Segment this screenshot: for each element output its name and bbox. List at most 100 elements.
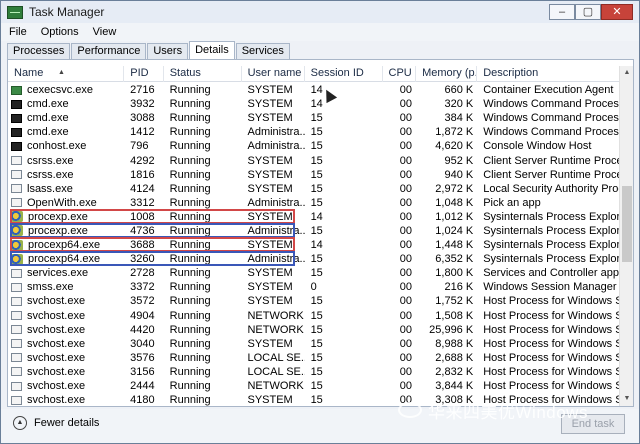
session-id-cell: 15 [310,196,323,209]
session-id-cell: 15 [310,140,323,153]
process-name: svchost.exe [27,380,86,393]
table-row[interactable]: cmd.exe 3932 Running SYSTEM 14 00 320 K Windows… [8,97,620,111]
tab-users[interactable]: Users [147,43,189,59]
memory-cell: 320 K [444,98,474,111]
table-row[interactable]: procexp64.exe 3688 Running SYSTEM 14 00 1,448 … [8,237,620,253]
status-cell: Running [169,224,211,237]
user-name-cell: SYSTEM [247,267,293,280]
cpu-cell: 00 [399,84,413,97]
column-header-user-name[interactable]: User name [242,66,305,82]
table-row[interactable]: svchost.exe 3576 Running LOCAL SE... 15 00 2,6… [8,351,620,365]
session-id-cell: 15 [310,126,323,139]
column-header-name-label: Name [14,67,44,79]
pid-cell: 1816 [130,168,155,181]
session-id-cell: 0 [310,281,317,294]
column-header-cpu[interactable]: CPU [383,66,417,82]
generic-app-icon [11,381,22,391]
column-header-status[interactable]: Status [164,66,242,82]
process-list: cexecsvc.exe 2716 Running SYSTEM 14 00 660 K Co… [8,83,620,407]
table-row[interactable]: OpenWith.exe 3312 Running Administra... 15 00… [8,196,620,210]
description-cell: Container Execution Agent [483,84,614,97]
session-id-cell: 15 [310,112,323,125]
table-row[interactable]: procexp.exe 4736 Running Administra... 15 00 1… [8,222,620,238]
memory-cell: 1,448 K [435,239,474,252]
scroll-up-icon[interactable]: ▲ [621,67,633,79]
tab-strip: Processes Performance Users Details Serv… [7,41,291,59]
memory-cell: 2,972 K [435,182,474,195]
table-row[interactable]: cexecsvc.exe 2716 Running SYSTEM 14 00 660 K Co… [8,83,620,97]
table-row[interactable]: csrss.exe 4292 Running SYSTEM 15 00 952 K Clien… [8,153,620,167]
table-row[interactable]: procexp64.exe 3260 Running Administra... 15 0… [8,251,620,267]
tab-details[interactable]: Details [189,41,235,59]
fewer-details-link[interactable]: Fewer details [34,417,99,429]
table-row[interactable]: svchost.exe 3156 Running LOCAL SE... 15 00 2,8… [8,365,620,379]
table-row[interactable]: csrss.exe 1816 Running SYSTEM 15 00 940 K Clien… [8,168,620,182]
minimize-button[interactable]: – [549,4,575,20]
table-row[interactable]: services.exe 2728 Running SYSTEM 15 00 1,800 K… [8,266,620,280]
user-name-cell: SYSTEM [247,239,293,252]
table-row[interactable]: smss.exe 3372 Running SYSTEM 0 00 216 K Windows… [8,280,620,294]
user-name-cell: SYSTEM [247,295,293,308]
status-cell: Running [169,182,211,195]
cpu-cell: 00 [399,126,413,139]
table-row[interactable]: svchost.exe 3572 Running SYSTEM 15 00 1,752 K H… [8,294,620,308]
process-explorer-icon [11,225,23,237]
pid-cell: 3576 [130,351,155,364]
close-button[interactable]: ✕ [601,4,633,20]
generic-app-icon [11,353,22,363]
tab-processes[interactable]: Processes [7,43,71,59]
table-row[interactable]: svchost.exe 2444 Running NETWORK ... 15 00 3,8… [8,379,620,393]
session-id-cell: 15 [310,337,323,350]
memory-cell: 1,012 K [435,210,474,223]
process-name-cell: cexecsvc.exe [8,83,124,97]
tab-services[interactable]: Services [235,43,290,59]
memory-cell: 216 K [444,281,474,294]
tab-performance[interactable]: Performance [71,43,147,59]
title-bar[interactable]: Task Manager – ▢ ✕ [1,1,639,23]
status-cell: Running [169,98,211,111]
vertical-scrollbar[interactable]: ▲ ▼ [619,66,633,406]
process-name: svchost.exe [27,337,86,350]
maximize-button[interactable]: ▢ [575,4,601,20]
menu-options[interactable]: Options [41,26,79,38]
table-row[interactable]: procexp.exe 1008 Running SYSTEM 14 00 1,012 K S… [8,208,620,224]
user-name-cell: Administra... [247,224,305,237]
status-cell: Running [169,196,211,209]
process-name: svchost.exe [27,323,86,336]
console-icon [11,141,22,151]
user-name-cell: SYSTEM [247,98,293,111]
process-name-cell: csrss.exe [8,154,124,168]
table-row[interactable]: svchost.exe 4420 Running NETWORK ... 15 00 25,… [8,323,620,337]
scroll-down-icon[interactable]: ▼ [621,393,633,405]
column-header-name[interactable]: Name ▲ [8,66,125,82]
status-cell: Running [169,112,211,125]
details-panel: Name ▲ PID Status User name Session ID C… [7,59,634,407]
table-row[interactable]: lsass.exe 4124 Running SYSTEM 15 00 2,972 K Loc… [8,182,620,196]
cpu-cell: 00 [399,168,413,181]
memory-cell: 1,752 K [435,295,474,308]
session-id-cell: 15 [310,351,323,364]
table-row[interactable]: svchost.exe 4904 Running NETWORK ... 15 00 1,5… [8,309,620,323]
scroll-thumb[interactable] [622,186,632,262]
description-cell: Host Process for Windows Se... [483,351,620,364]
session-id-cell: 15 [310,168,323,181]
status-cell: Running [169,168,211,181]
column-header-memory[interactable]: Memory (p... [416,66,478,82]
status-cell: Running [169,281,211,294]
chevron-up-icon[interactable]: ▲ [13,416,27,430]
column-header-session-id[interactable]: Session ID [305,66,383,82]
green-app-icon [11,85,22,95]
table-row[interactable]: conhost.exe 796 Running Administra... 15 00 4,… [8,139,620,153]
process-name-cell: svchost.exe [8,323,124,337]
memory-cell: 6,352 K [435,253,474,266]
table-row[interactable]: cmd.exe 3088 Running SYSTEM 15 00 384 K Windows… [8,111,620,125]
table-row[interactable]: svchost.exe 3040 Running SYSTEM 15 00 8,988 K H… [8,337,620,351]
sort-ascending-icon: ▲ [58,69,65,76]
menu-file[interactable]: File [9,26,27,38]
user-name-cell: SYSTEM [247,210,293,223]
menu-view[interactable]: View [93,26,117,38]
session-id-cell: 15 [310,253,323,266]
column-header-description[interactable]: Description [477,66,620,82]
table-row[interactable]: cmd.exe 1412 Running Administra... 15 00 1,872… [8,125,620,139]
column-header-pid[interactable]: PID [124,66,164,82]
